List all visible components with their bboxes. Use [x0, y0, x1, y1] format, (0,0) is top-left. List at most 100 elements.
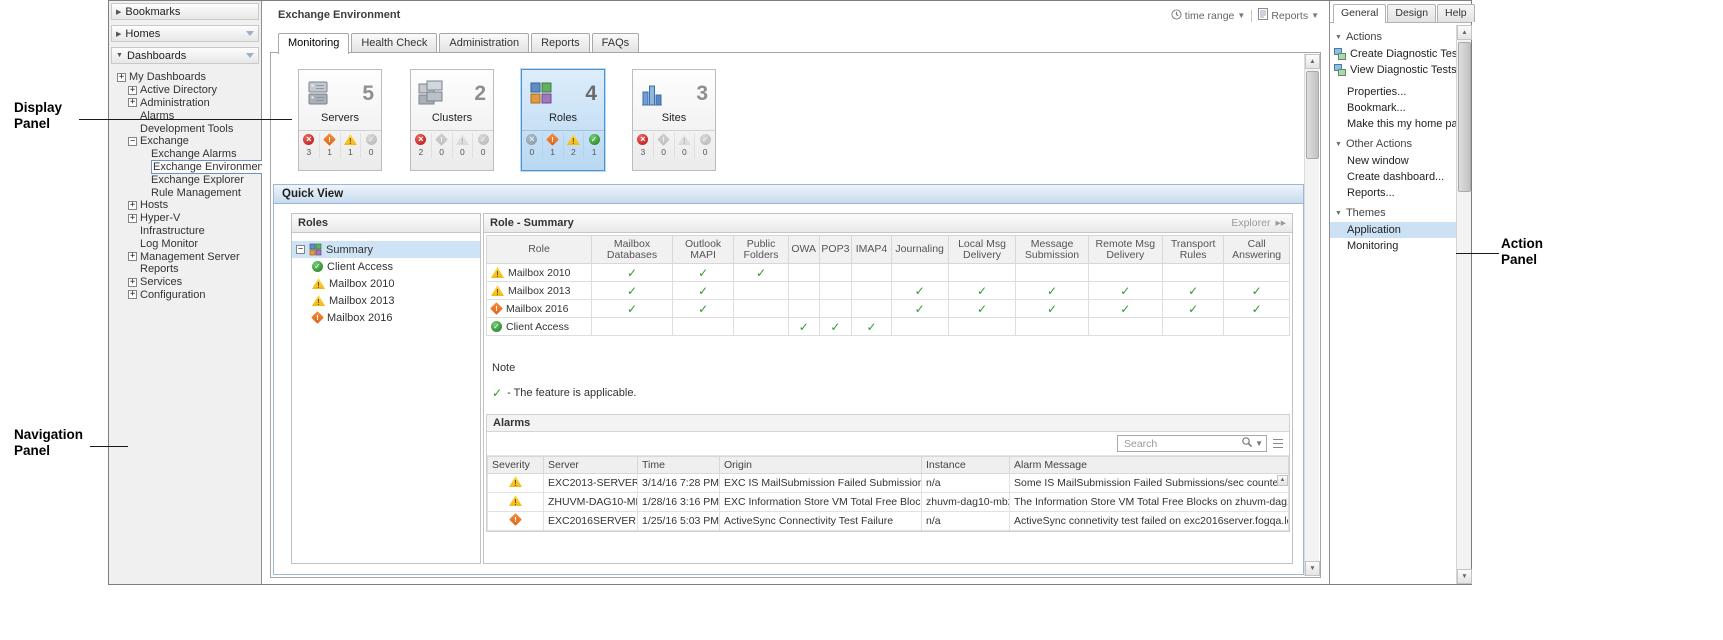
- scroll-up-icon[interactable]: ▲: [1305, 54, 1320, 69]
- filter-icon[interactable]: [246, 53, 254, 58]
- nav-item-rule-management[interactable]: Rule Management: [109, 186, 261, 199]
- nav-item-log-monitor[interactable]: Log Monitor: [109, 237, 261, 250]
- alarm-row[interactable]: EXC2013-SERVER3/14/16 7:28 PMEXC IS Mail…: [488, 474, 1289, 493]
- nav-item-exchange[interactable]: −Exchange: [109, 135, 261, 148]
- summary-col-public-folders[interactable]: Public Folders: [734, 236, 789, 264]
- collapse-icon[interactable]: −: [128, 137, 137, 146]
- roles-tree-item-mailbox-2010[interactable]: Mailbox 2010: [292, 275, 480, 292]
- summary-col-pop3[interactable]: POP3: [819, 236, 852, 264]
- search-input[interactable]: [1122, 437, 1239, 451]
- alarms-col-instance[interactable]: Instance: [922, 457, 1010, 474]
- nav-item-exchange-environment[interactable]: Exchange Environment: [109, 161, 261, 174]
- expand-icon[interactable]: +: [117, 73, 126, 82]
- action-item-create-diagnostic-test[interactable]: Create Diagnostic Test...: [1330, 46, 1457, 62]
- tile-clusters[interactable]: 2Clusters2000: [410, 69, 494, 171]
- summary-col-role[interactable]: Role: [487, 236, 592, 264]
- action-item-new-window[interactable]: New window: [1330, 153, 1457, 169]
- nav-item-exchange-alarms[interactable]: Exchange Alarms: [109, 148, 261, 161]
- nav-section-dashboards[interactable]: ▼Dashboards: [111, 47, 259, 64]
- nav-item-alarms[interactable]: Alarms: [109, 109, 261, 122]
- summary-col-journaling[interactable]: Journaling: [891, 236, 948, 264]
- alarms-col-alarm-message[interactable]: Alarm Message: [1010, 457, 1289, 474]
- collapse-icon[interactable]: −: [296, 245, 305, 254]
- nav-item-reports[interactable]: Reports: [109, 263, 261, 276]
- expand-icon[interactable]: +: [128, 252, 137, 261]
- action-item-bookmark[interactable]: Bookmark...: [1330, 100, 1457, 116]
- nav-item-administration[interactable]: +Administration: [109, 97, 261, 110]
- tab-monitoring[interactable]: Monitoring: [278, 33, 349, 54]
- summary-col-remote-msg-delivery[interactable]: Remote Msg Delivery: [1088, 236, 1162, 264]
- tab-health-check[interactable]: Health Check: [351, 33, 437, 52]
- summary-col-call-answering[interactable]: Call Answering: [1224, 236, 1290, 264]
- action-item-monitoring[interactable]: Monitoring: [1330, 238, 1457, 254]
- action-item-application[interactable]: Application: [1330, 222, 1457, 238]
- alarms-col-origin[interactable]: Origin: [720, 457, 922, 474]
- expand-icon[interactable]: +: [128, 86, 137, 95]
- scrollbar-thumb[interactable]: [1458, 42, 1471, 192]
- tile-servers[interactable]: 5Servers3110: [298, 69, 382, 171]
- action-item-make-this-my-home-page[interactable]: Make this my home page: [1330, 116, 1457, 132]
- nav-item-hosts[interactable]: +Hosts: [109, 199, 261, 212]
- summary-row-client-access[interactable]: Client Access✓✓✓: [487, 318, 1290, 336]
- summary-col-transport-rules[interactable]: Transport Rules: [1163, 236, 1224, 264]
- action-tab-help[interactable]: Help: [1437, 4, 1475, 22]
- alarms-col-time[interactable]: Time: [638, 457, 720, 474]
- action-item-reports[interactable]: Reports...: [1330, 185, 1457, 201]
- summary-row-mailbox-2010[interactable]: Mailbox 2010✓✓✓: [487, 264, 1290, 282]
- expand-icon[interactable]: +: [128, 201, 137, 210]
- alarm-row[interactable]: ZHUVM-DAG10-MB21/28/16 3:16 PMEXC Inform…: [488, 493, 1289, 512]
- summary-row-mailbox-2016[interactable]: Mailbox 2016✓✓✓✓✓✓✓✓: [487, 300, 1290, 318]
- time-range-control[interactable]: time range ▼: [1171, 9, 1246, 23]
- summary-col-message-submission[interactable]: Message Submission: [1016, 236, 1088, 264]
- tab-faqs[interactable]: FAQs: [592, 33, 640, 52]
- summary-row-mailbox-2013[interactable]: Mailbox 2013✓✓✓✓✓✓✓✓: [487, 282, 1290, 300]
- tab-reports[interactable]: Reports: [531, 33, 590, 52]
- expand-icon[interactable]: +: [128, 290, 137, 299]
- alarms-col-severity[interactable]: Severity: [488, 457, 544, 474]
- nav-item-services[interactable]: +Services: [109, 276, 261, 289]
- nav-item-configuration[interactable]: +Configuration: [109, 289, 261, 302]
- scroll-up-icon[interactable]: ▲: [1457, 25, 1472, 40]
- scroll-down-icon[interactable]: ▼: [1457, 569, 1472, 584]
- nav-section-bookmarks[interactable]: ▶Bookmarks: [111, 3, 259, 20]
- expand-icon[interactable]: +: [128, 278, 137, 287]
- action-panel-scrollbar[interactable]: ▲ ▼: [1456, 25, 1471, 584]
- roles-tree-item-mailbox-2013[interactable]: Mailbox 2013: [292, 292, 480, 309]
- main-scrollbar[interactable]: ▲ ▼: [1304, 54, 1319, 576]
- nav-item-development-tools[interactable]: Development Tools: [109, 122, 261, 135]
- section-header-other-actions[interactable]: ▼Other Actions: [1330, 132, 1457, 153]
- expand-icon[interactable]: +: [128, 98, 137, 107]
- scrollbar-thumb[interactable]: [1306, 71, 1319, 159]
- section-header-themes[interactable]: ▼Themes: [1330, 201, 1457, 222]
- summary-col-imap4[interactable]: IMAP4: [852, 236, 891, 264]
- explorer-link[interactable]: Explorer ▸▸: [1231, 217, 1286, 232]
- section-header-actions[interactable]: ▼Actions: [1330, 25, 1457, 46]
- tab-administration[interactable]: Administration: [439, 33, 529, 52]
- nav-section-homes[interactable]: ▶Homes: [111, 25, 259, 42]
- nav-item-infrastructure[interactable]: Infrastructure: [109, 225, 261, 238]
- roles-tree-item-summary[interactable]: −Summary: [292, 241, 480, 258]
- summary-col-local-msg-delivery[interactable]: Local Msg Delivery: [948, 236, 1016, 264]
- chevron-down-icon[interactable]: ▼: [1255, 439, 1263, 448]
- summary-col-owa[interactable]: OWA: [788, 236, 819, 264]
- table-options-icon[interactable]: [1273, 439, 1283, 448]
- action-tab-general[interactable]: General: [1333, 4, 1386, 23]
- expand-icon[interactable]: +: [128, 214, 137, 223]
- nav-item-my-dashboards[interactable]: +My Dashboards: [109, 71, 261, 84]
- alarms-col-server[interactable]: Server: [544, 457, 638, 474]
- action-tab-design[interactable]: Design: [1387, 4, 1436, 22]
- roles-tree-item-client-access[interactable]: Client Access: [292, 258, 480, 275]
- tile-sites[interactable]: 3Sites3000: [632, 69, 716, 171]
- filter-icon[interactable]: [246, 31, 254, 36]
- action-item-create-dashboard[interactable]: Create dashboard...: [1330, 169, 1457, 185]
- summary-col-outlook-mapi[interactable]: Outlook MAPI: [672, 236, 733, 264]
- nav-item-hyper-v[interactable]: +Hyper-V: [109, 212, 261, 225]
- alarm-row[interactable]: EXC2016SERVER1/25/16 5:03 PMActiveSync C…: [488, 512, 1289, 531]
- scroll-down-icon[interactable]: ▼: [1305, 561, 1320, 576]
- nav-item-management-server[interactable]: +Management Server: [109, 250, 261, 263]
- action-item-properties[interactable]: Properties...: [1330, 84, 1457, 100]
- alarms-scroll-up-icon[interactable]: ▲: [1277, 475, 1288, 486]
- nav-item-exchange-explorer[interactable]: Exchange Explorer: [109, 173, 261, 186]
- reports-control[interactable]: Reports ▼: [1258, 8, 1319, 23]
- nav-item-active-directory[interactable]: +Active Directory: [109, 84, 261, 97]
